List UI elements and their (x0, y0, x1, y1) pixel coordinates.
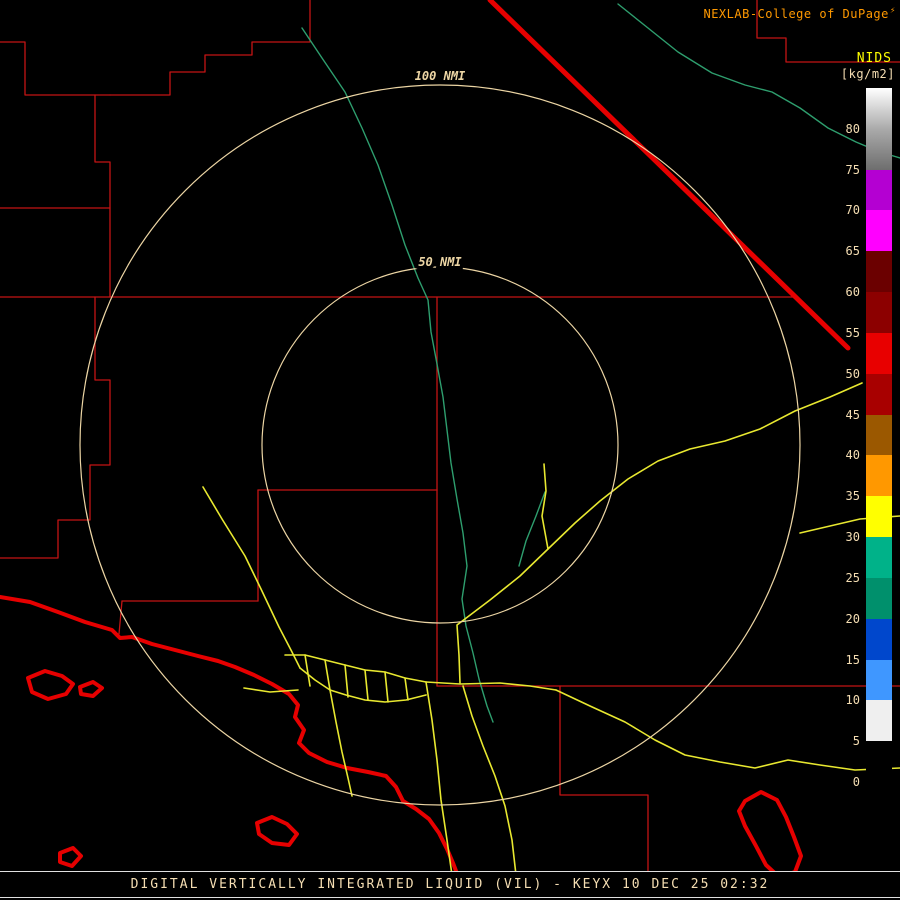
colorbar-tick-65: 65 (836, 244, 860, 258)
counties-path (560, 686, 648, 900)
highways-path (463, 686, 516, 900)
colorbar-tick-0: 0 (836, 775, 860, 789)
colorbar-segment-80-85 (866, 88, 892, 129)
colorbar-tick-10: 10 (836, 693, 860, 707)
brand-mark-icon: ⚡ (890, 6, 896, 15)
highways-path (244, 688, 298, 692)
colorbar-tick-55: 55 (836, 326, 860, 340)
coastline-path (28, 671, 73, 699)
radar-map: 100 NMI 50 NMI (0, 0, 900, 900)
state-border-path (490, 0, 848, 348)
map-layer-highways (203, 383, 900, 900)
colorbar-segment-5-10 (866, 700, 892, 741)
colorbar-tick-75: 75 (836, 163, 860, 177)
range-ring-label: 100 NMI (415, 69, 466, 83)
colorbar-tick-70: 70 (836, 203, 860, 217)
coastline-path (60, 848, 81, 866)
counties-path (0, 42, 110, 95)
highways-path (330, 690, 352, 796)
colorbar-segment-0-5 (866, 741, 892, 782)
highways-path (345, 665, 348, 697)
coastline-path (0, 597, 463, 900)
footer-rule-bottom (0, 897, 900, 898)
highways-path (365, 670, 368, 700)
brand-text: NEXLAB-College of DuPage (703, 7, 888, 21)
product-label: NIDS (857, 51, 892, 66)
colorbar-segment-20-25 (866, 578, 892, 619)
colorbar-segment-65-70 (866, 210, 892, 251)
product-title: DIGITAL VERTICALLY INTEGRATED LIQUID (VI… (0, 877, 900, 892)
colorbar-tick-50: 50 (836, 367, 860, 381)
colorbar-tick-25: 25 (836, 571, 860, 585)
colorbar-segment-40-45 (866, 415, 892, 456)
counties-path (0, 95, 110, 208)
colorbar-tick-35: 35 (836, 489, 860, 503)
brand-title: NEXLAB-College of DuPage⚡ (703, 6, 896, 21)
highways-path (426, 682, 455, 900)
colorbar-segment-50-55 (866, 333, 892, 374)
colorbar-segment-15-20 (866, 619, 892, 660)
highways-path (385, 672, 388, 702)
map-layer-coastline (0, 597, 801, 900)
colorbar-segment-75-80 (866, 129, 892, 170)
colorbar-tick-30: 30 (836, 530, 860, 544)
footer-bar: DIGITAL VERTICALLY INTEGRATED LIQUID (VI… (0, 871, 900, 900)
coastline-path (257, 817, 297, 845)
range-ring-label: 50 NMI (418, 255, 462, 269)
highways-path (542, 464, 548, 549)
coastline-path (80, 682, 102, 696)
colorbar-segment-60-65 (866, 251, 892, 292)
colorbar-tick-80: 80 (836, 122, 860, 136)
highways-path (203, 487, 300, 668)
colorbar-segment-30-35 (866, 496, 892, 537)
colorbar-tick-15: 15 (836, 653, 860, 667)
colorbar-tick-45: 45 (836, 408, 860, 422)
colorbar-tick-60: 60 (836, 285, 860, 299)
colorbar-segment-35-40 (866, 455, 892, 496)
colorbar-segment-45-50 (866, 374, 892, 415)
highways-path (305, 655, 310, 686)
counties-path (110, 0, 310, 95)
colorbar-tick-20: 20 (836, 612, 860, 626)
counties-path (0, 297, 110, 558)
highways-path (405, 678, 408, 700)
colorbar-segment-70-75 (866, 170, 892, 211)
colorbar-tick-5: 5 (836, 734, 860, 748)
map-layer-rivers (302, 4, 900, 722)
coastline-path (739, 792, 801, 877)
colorbar-segment-10-15 (866, 660, 892, 701)
highways-path (325, 660, 330, 690)
colorbar-tick-40: 40 (836, 448, 860, 462)
units-label: [kg/m2] (841, 67, 895, 81)
range-ring-50-nmi (262, 267, 618, 623)
counties-path (119, 601, 122, 634)
colorbar-segment-25-30 (866, 537, 892, 578)
map-layer-state-border (490, 0, 848, 348)
radar-display: 100 NMI50 NMI 80757065605550454035302520… (0, 0, 900, 900)
footer-rule-top (0, 871, 900, 872)
colorbar-segment-55-60 (866, 292, 892, 333)
